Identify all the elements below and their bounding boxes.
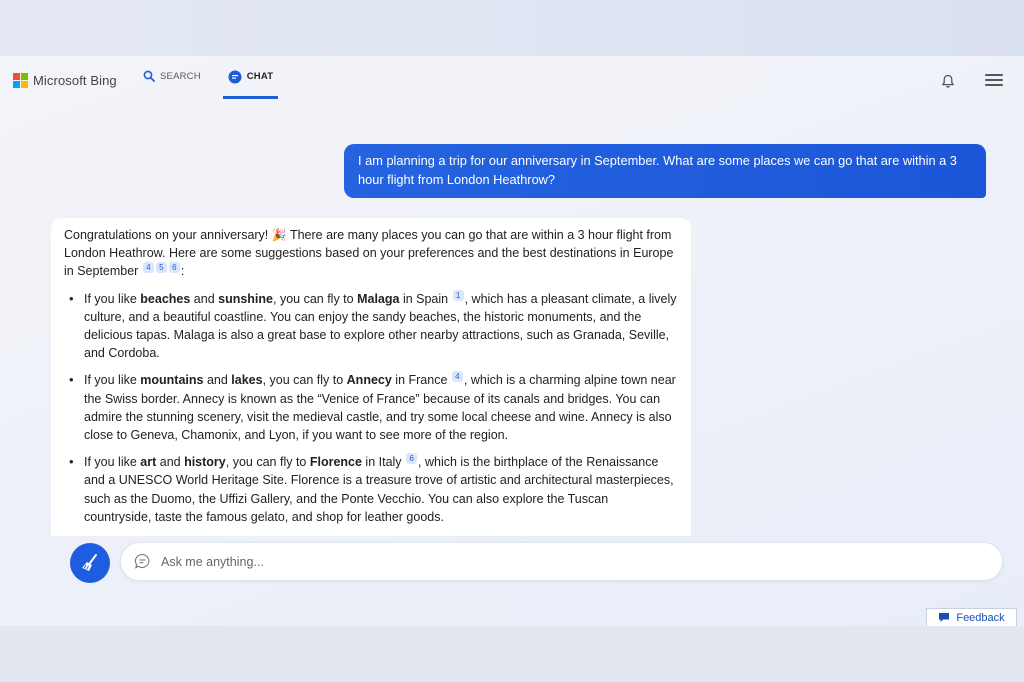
chat-input[interactable]	[161, 543, 981, 580]
party-popper-icon: 🎉	[271, 228, 287, 242]
bottom-backdrop	[0, 626, 1024, 682]
suggestion-item-florence: If you like art and history, you can fly…	[69, 453, 678, 526]
citation-link[interactable]: 4	[142, 262, 154, 274]
new-topic-button[interactable]	[70, 543, 110, 583]
search-icon	[143, 70, 155, 82]
user-message-bubble: I am planning a trip for our anniversary…	[344, 144, 986, 198]
suggestion-item-malaga: If you like beaches and sunshine, you ca…	[69, 289, 678, 363]
tab-search-label: SEARCH	[160, 71, 201, 82]
bot-intro: Congratulations on your anniversary! 🎉 T…	[64, 226, 678, 281]
bing-chat-page: Microsoft Bing SEARCH CHAT I am planning…	[0, 56, 1024, 626]
citation-link[interactable]: 1	[452, 289, 464, 301]
microsoft-bing-logo[interactable]: Microsoft Bing	[13, 73, 117, 88]
chat-composer	[120, 542, 1003, 581]
notifications-bell-icon[interactable]	[941, 74, 955, 94]
suggestion-list: If you like beaches and sunshine, you ca…	[64, 289, 678, 526]
suggestion-item-annecy: If you like mountains and lakes, you can…	[69, 371, 678, 444]
citation-link[interactable]: 5	[155, 262, 167, 274]
feedback-button[interactable]: Feedback	[926, 608, 1017, 626]
bot-intro-text: Congratulations on your anniversary!	[64, 228, 272, 242]
broom-icon	[82, 554, 97, 571]
feedback-label: Feedback	[956, 611, 1005, 624]
header: Microsoft Bing SEARCH CHAT	[0, 56, 1024, 102]
citation-link[interactable]: 6	[168, 262, 180, 274]
menu-hamburger-icon[interactable]	[985, 74, 1003, 86]
tab-chat[interactable]: CHAT	[223, 70, 278, 99]
logo-text: Microsoft Bing	[33, 73, 117, 88]
tab-chat-label: CHAT	[246, 71, 274, 82]
citation-link[interactable]: 6	[406, 453, 418, 465]
tab-search[interactable]: SEARCH	[143, 70, 201, 99]
chat-icon	[228, 70, 242, 84]
top-backdrop	[0, 0, 1024, 56]
feedback-icon	[939, 613, 950, 622]
citation-link[interactable]: 4	[451, 371, 463, 383]
chat-bubble-icon	[134, 553, 150, 569]
bot-response-bubble: Congratulations on your anniversary! 🎉 T…	[51, 218, 691, 536]
microsoft-logo-icon	[13, 73, 28, 88]
bot-intro-end: :	[180, 264, 185, 279]
